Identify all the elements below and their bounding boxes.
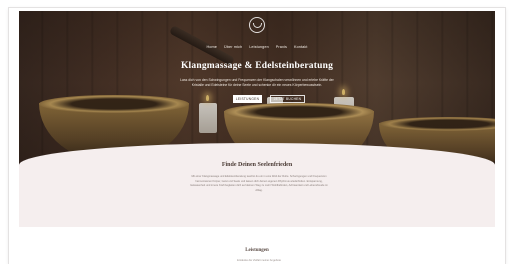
nav-item-about[interactable]: Über mich <box>224 45 242 49</box>
browser-viewport: Home Über mich Leistungen Praxis Kontakt… <box>9 8 505 264</box>
hero-text: Lass dich von den Schwingungen und Frequ… <box>180 78 334 87</box>
nav-item-contact[interactable]: Kontakt <box>294 45 308 49</box>
services-text: Entdecke die Vielfalt meiner Angebote <box>237 259 281 262</box>
intro-text: Mit einer Klangmassage und Edelsteinbera… <box>190 175 328 192</box>
nav-item-home[interactable]: Home <box>206 45 217 49</box>
main-navigation: Home Über mich Leistungen Praxis Kontakt <box>19 45 495 49</box>
nav-item-services[interactable]: Leistungen <box>249 45 269 49</box>
services-button[interactable]: LEISTUNGEN <box>233 95 262 103</box>
book-now-button[interactable]: JETZT BUCHEN <box>270 95 305 103</box>
hero-title: Klangmassage & Edelsteinberatung <box>180 61 334 71</box>
logo[interactable] <box>249 17 265 33</box>
services-title: Leistungen <box>245 248 269 253</box>
nav-item-practice[interactable]: Praxis <box>276 45 287 49</box>
intro-title: Finde Deinen Seelenfrieden <box>221 162 293 168</box>
